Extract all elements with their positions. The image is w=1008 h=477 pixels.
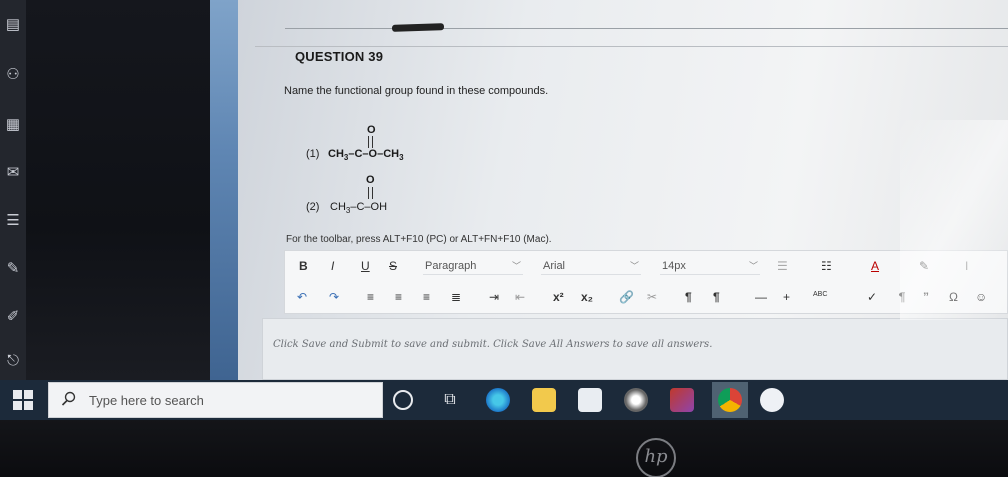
divider <box>255 46 1008 47</box>
insert-button[interactable]: + <box>783 289 790 305</box>
task-view-icon[interactable]: ⧉ <box>438 388 462 412</box>
underline-button[interactable]: U <box>361 258 370 274</box>
align-center-icon[interactable]: ≡ <box>395 289 402 305</box>
font-select[interactable]: Arial ﹀ <box>541 257 641 275</box>
grades-icon[interactable]: ☰ <box>2 210 24 232</box>
subscript-button[interactable]: x₂ <box>581 289 593 305</box>
edit-icon[interactable]: ✐ <box>2 306 24 328</box>
app-icon[interactable] <box>670 388 694 412</box>
math-button[interactable]: ✓ <box>867 289 877 305</box>
size-select-value: 14px <box>662 260 686 272</box>
superscript-button[interactable]: x² <box>553 289 564 305</box>
chevron-down-icon: ﹀ <box>748 261 758 271</box>
horizontal-rule-button[interactable]: — <box>755 289 767 305</box>
carbonyl-oxygen: O <box>367 124 376 136</box>
browser-dark-area <box>0 0 235 380</box>
compound-1-formula: CH3–C–O–CH3 <box>328 148 404 162</box>
messages-icon[interactable]: ✉ <box>2 162 24 184</box>
cortana-icon[interactable] <box>393 390 413 410</box>
paragraph-select-value: Paragraph <box>425 260 477 272</box>
strikethrough-button[interactable]: S <box>389 258 397 274</box>
edge-icon[interactable] <box>486 388 510 412</box>
laptop-bezel <box>0 420 1008 477</box>
compound-2-formula: CH3–C–OH <box>330 201 387 215</box>
methyl-group: CH <box>330 201 346 213</box>
double-bond <box>368 136 373 148</box>
paragraph-select[interactable]: Paragraph ﹀ <box>423 257 523 275</box>
screen-glare <box>900 120 1008 320</box>
subscript: 3 <box>399 153 404 163</box>
chevron-down-icon: ﹀ <box>511 261 521 271</box>
question-text: Name the functional group found in these… <box>284 85 549 97</box>
methyl-group: CH <box>383 148 400 160</box>
search-icon <box>61 391 76 406</box>
bullet-list-icon[interactable]: ☰ <box>777 258 788 274</box>
compound-number: (2) <box>306 201 320 213</box>
chevron-down-icon: ﹀ <box>629 261 639 271</box>
tools-icon[interactable]: ✎ <box>2 258 24 280</box>
groups-icon[interactable]: ⚇ <box>2 64 24 86</box>
redo-icon[interactable]: ↷ <box>329 289 339 305</box>
justify-icon[interactable]: ≣ <box>451 289 461 305</box>
app-icon[interactable] <box>624 388 648 412</box>
ltr-button[interactable]: ¶ <box>685 289 692 305</box>
double-bond <box>368 187 373 199</box>
course-icon[interactable]: ▤ <box>2 14 24 36</box>
spellcheck-button[interactable]: ABC <box>813 287 827 303</box>
bold-button[interactable]: B <box>299 258 308 274</box>
numbered-list-icon[interactable]: ☷ <box>821 258 832 274</box>
search-placeholder: Type here to search <box>89 393 204 408</box>
blue-side-panel <box>210 0 240 380</box>
hydroxyl-group: OH <box>370 201 388 213</box>
align-left-icon[interactable]: ≡ <box>367 289 374 305</box>
windows-start-icon[interactable] <box>12 389 34 411</box>
question-title: QUESTION 39 <box>295 49 384 64</box>
taskbar-search[interactable]: Type here to search <box>48 382 383 418</box>
italic-button[interactable]: I <box>331 258 334 274</box>
compound-number: (1) <box>306 148 320 160</box>
font-select-value: Arial <box>543 260 566 272</box>
size-select[interactable]: 14px ﹀ <box>660 257 760 275</box>
indent-icon[interactable]: ⇥ <box>489 289 499 305</box>
windows-taskbar: Type here to search ⧉ <box>0 380 1008 420</box>
rtl-button[interactable]: ¶ <box>713 289 720 305</box>
align-right-icon[interactable]: ≡ <box>423 289 430 305</box>
undo-icon[interactable]: ↶ <box>297 289 307 305</box>
hp-logo: hp <box>636 438 676 477</box>
calendar-icon[interactable]: ▦ <box>2 114 24 136</box>
lms-side-rail: ▤ ⚇ ▦ ✉ ☰ ✎ ✐ ⎋ <box>0 0 26 380</box>
outdent-icon[interactable]: ⇤ <box>515 289 525 305</box>
carbonyl-oxygen: O <box>366 174 375 186</box>
unlink-icon[interactable]: ✂ <box>647 289 657 305</box>
editor-hint: Click Save and Submit to save and submit… <box>273 339 713 350</box>
hp-icon[interactable] <box>760 388 784 412</box>
chrome-tab[interactable] <box>712 382 748 418</box>
answer-editor[interactable]: Click Save and Submit to save and submit… <box>262 318 1008 380</box>
font-color-button[interactable]: A <box>871 258 879 274</box>
methyl-group: CH <box>328 148 344 160</box>
ester-bond: –O– <box>362 148 384 160</box>
screen-photo: ▤ ⚇ ▦ ✉ ☰ ✎ ✐ ⎋ QUESTION 39 Name the fun… <box>0 0 1008 477</box>
file-explorer-icon[interactable] <box>532 388 556 412</box>
chrome-icon <box>718 388 742 412</box>
store-icon[interactable] <box>578 388 602 412</box>
toolbar-hint: For the toolbar, press ALT+F10 (PC) or A… <box>286 234 552 245</box>
link-icon[interactable]: 🔗 <box>619 289 634 305</box>
signout-icon[interactable]: ⎋ <box>2 350 24 372</box>
